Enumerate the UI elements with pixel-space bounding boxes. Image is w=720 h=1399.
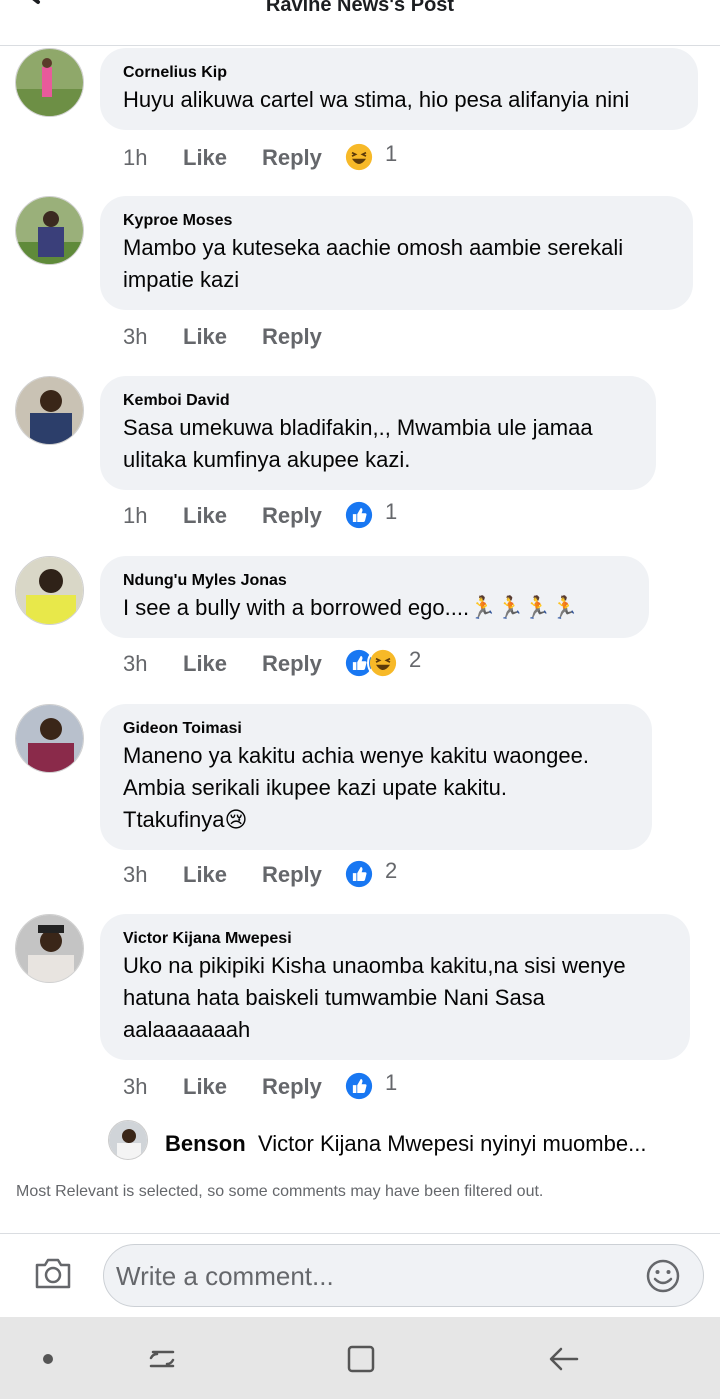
comment-input[interactable]: Write a comment... (103, 1244, 704, 1307)
comment-author[interactable]: Kemboi David (123, 391, 634, 411)
reaction-count: 2 (385, 858, 398, 883)
dot-icon[interactable] (31, 1342, 65, 1376)
comment-author[interactable]: Victor Kijana Mwepesi (123, 929, 668, 949)
post-header: Ravine News's Post (0, 0, 720, 46)
comment-bubble: Victor Kijana Mwepesi Uko na pikipiki Ki… (100, 914, 690, 1060)
comment-text: impatie kazi (123, 267, 240, 292)
comment-time: 3h (123, 651, 148, 676)
back-icon[interactable] (547, 1342, 581, 1376)
avatar[interactable] (15, 48, 84, 117)
comment-text: hatuna hata baiskeli tumwambie Nani Sasa (123, 985, 545, 1010)
reaction-count: 2 (409, 647, 422, 672)
comment-author[interactable]: Gideon Toimasi (123, 719, 630, 739)
home-icon[interactable] (345, 1342, 379, 1376)
comment-bubble: Kyproe Moses Mambo ya kuteseka aachie om… (100, 196, 693, 310)
like-button[interactable]: Like (183, 503, 227, 529)
reply-author[interactable]: Benson (165, 1131, 246, 1157)
comment-bubble: Cornelius Kip Huyu alikuwa cartel wa sti… (100, 48, 698, 130)
comment-time: 1h (123, 145, 148, 170)
avatar[interactable] (15, 556, 84, 625)
avatar[interactable] (108, 1120, 148, 1160)
like-button[interactable]: Like (183, 145, 227, 171)
avatar[interactable] (15, 376, 84, 445)
like-icon (343, 858, 375, 890)
comment-text: Uko na pikipiki Kisha unaomba kakitu,na … (123, 953, 626, 978)
emoji-icon[interactable] (645, 1258, 681, 1294)
comment-text: Ttakufinya😢 (123, 807, 248, 832)
comment-author[interactable]: Cornelius Kip (123, 63, 676, 83)
reply-preview[interactable]: Benson Victor Kijana Mwepesi nyinyi muom… (108, 1120, 708, 1162)
comment-text: Maneno ya kakitu achia wenye kakitu waon… (123, 743, 589, 768)
avatar[interactable] (15, 196, 84, 265)
comment-bubble: Ndung'u Myles Jonas I see a bully with a… (100, 556, 649, 638)
like-icon (343, 1070, 375, 1102)
comment-composer: Write a comment... (0, 1233, 720, 1317)
comment-text: Huyu alikuwa cartel wa stima, hio pesa a… (123, 87, 630, 112)
page-title: Ravine News's Post (265, 0, 455, 16)
system-navigation-bar (0, 1317, 720, 1399)
comment-bubble: Kemboi David Sasa umekuwa bladifakin,., … (100, 376, 656, 490)
comment-text: Sasa umekuwa bladifakin,., Mwambia ule j… (123, 415, 593, 440)
avatar[interactable] (15, 704, 84, 773)
comment-time: 1h (123, 503, 148, 528)
camera-icon[interactable] (34, 1256, 72, 1290)
comment-author[interactable]: Ndung'u Myles Jonas (123, 571, 627, 591)
reply-button[interactable]: Reply (262, 862, 322, 888)
like-button[interactable]: Like (183, 862, 227, 888)
recent-apps-icon[interactable] (145, 1342, 179, 1376)
comment-text: Ambia serikali ikupee kazi upate kakitu. (123, 775, 507, 800)
reaction-count: 1 (385, 1070, 398, 1095)
reaction-count: 1 (385, 141, 398, 166)
comment-text: aalaaaaaaah (123, 1017, 251, 1042)
reply-text: Victor Kijana Mwepesi nyinyi muombe... (258, 1131, 647, 1156)
reaction-count: 1 (385, 499, 398, 524)
reply-button[interactable]: Reply (262, 1074, 322, 1100)
like-button[interactable]: Like (183, 1074, 227, 1100)
comment-input-placeholder: Write a comment... (116, 1261, 334, 1291)
like-button[interactable]: Like (183, 324, 227, 350)
reply-button[interactable]: Reply (262, 324, 322, 350)
comment-text: Mambo ya kuteseka aachie omosh aambie se… (123, 235, 624, 260)
comment-text: I see a bully with a borrowed ego....🏃🏃🏃… (123, 595, 579, 620)
comment-bubble: Gideon Toimasi Maneno ya kakitu achia we… (100, 704, 652, 850)
reply-button[interactable]: Reply (262, 651, 322, 677)
comment-text: ulitaka kumfinya akupee kazi. (123, 447, 411, 472)
like-icon (343, 499, 375, 531)
filter-notice: Most Relevant is selected, so some comme… (16, 1183, 544, 1200)
reply-button[interactable]: Reply (262, 503, 322, 529)
like-button[interactable]: Like (183, 651, 227, 677)
haha-icon (343, 141, 375, 173)
haha-icon (367, 647, 399, 679)
reply-button[interactable]: Reply (262, 145, 322, 171)
comment-time: 3h (123, 1074, 148, 1099)
comment-time: 3h (123, 862, 148, 887)
comment-time: 3h (123, 324, 148, 349)
avatar[interactable] (15, 914, 84, 983)
comment-author[interactable]: Kyproe Moses (123, 211, 671, 231)
